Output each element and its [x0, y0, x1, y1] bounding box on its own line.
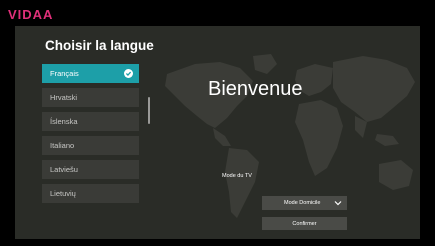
language-item-francais[interactable]: Français	[42, 64, 139, 83]
confirm-button[interactable]: Confirmer	[262, 217, 347, 230]
language-label: Latviešu	[50, 165, 78, 174]
language-label: Hrvatski	[50, 93, 78, 102]
language-item-hrvatski[interactable]: Hrvatski	[42, 88, 139, 107]
language-item-italiano[interactable]: Italiano	[42, 136, 139, 155]
language-item-lietuviu[interactable]: Lietuvių	[42, 184, 139, 203]
language-list: Français Hrvatski Íslenska Italiano Latv…	[42, 64, 142, 208]
language-label: Íslenska	[50, 117, 78, 126]
language-item-islenska[interactable]: Íslenska	[42, 112, 139, 131]
tv-mode-dropdown[interactable]: Mode Domicile	[262, 196, 347, 210]
tv-mode-value: Mode Domicile	[284, 200, 321, 206]
chevron-down-icon	[334, 201, 342, 206]
language-label: Lietuvių	[50, 189, 76, 198]
vidaa-logo: VIDAA	[8, 7, 54, 22]
welcome-text: Bienvenue	[208, 78, 303, 100]
language-item-latviesu[interactable]: Latviešu	[42, 160, 139, 179]
language-label: Français	[50, 69, 79, 78]
language-label: Italiano	[50, 141, 75, 150]
language-list-scrollbar[interactable]	[148, 97, 150, 124]
page-title: Choisir la langue	[45, 38, 154, 53]
setup-panel: Choisir la langue Français Hrvatski Ísle…	[15, 26, 420, 239]
checkmark-icon	[124, 69, 133, 78]
setup-screen: VIDAA Choisir la langue Français Hrvatsk…	[0, 0, 435, 246]
tv-mode-label: Mode du TV	[222, 173, 252, 179]
